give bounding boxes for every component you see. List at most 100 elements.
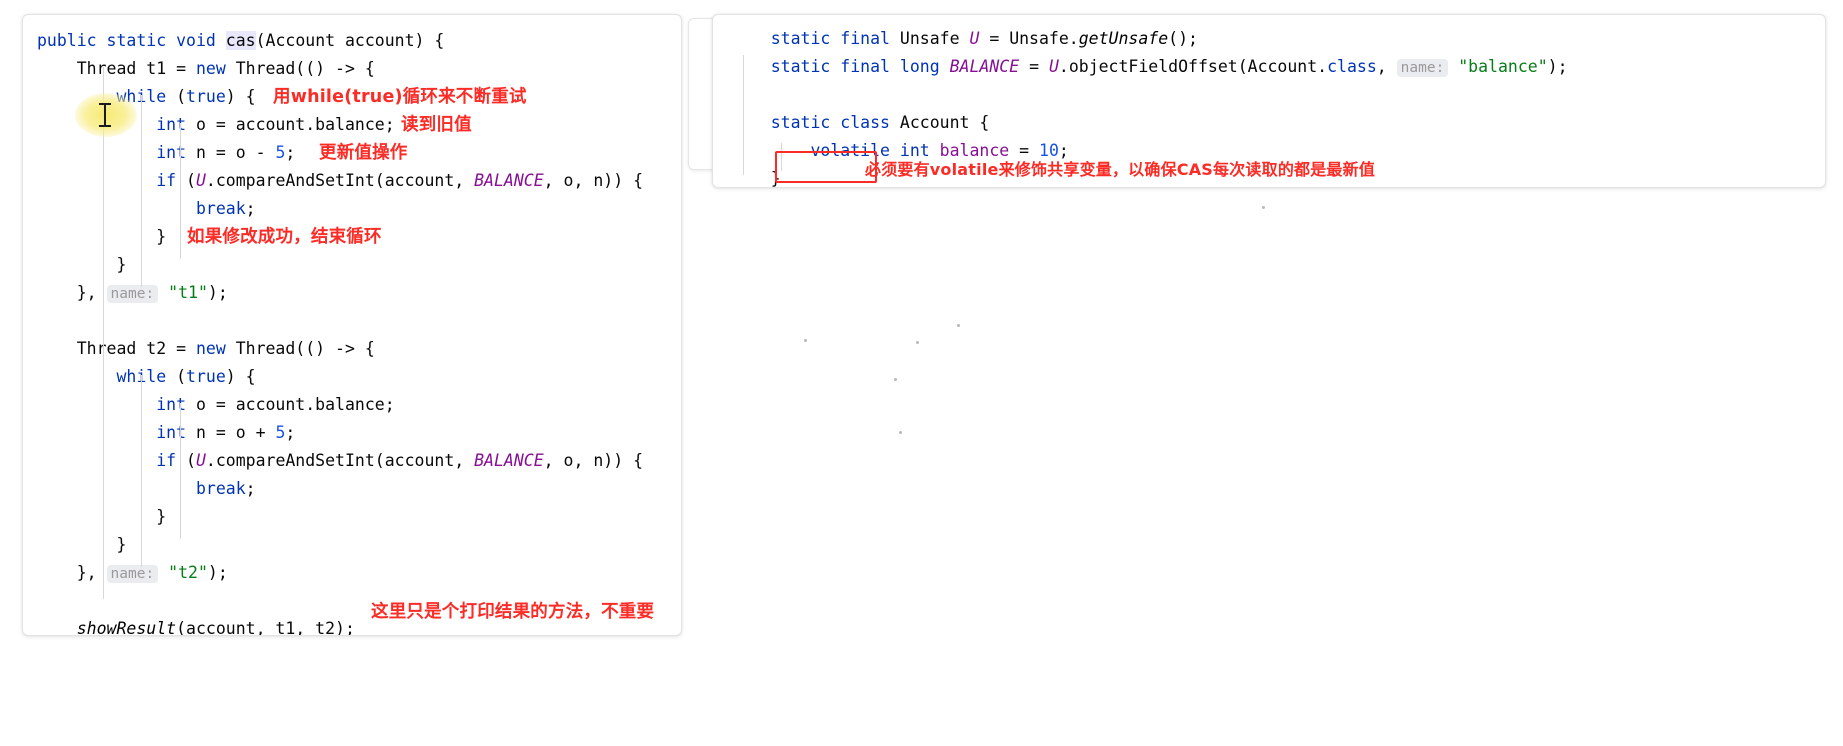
code-token: name:	[106, 285, 159, 303]
code-token: int	[156, 115, 187, 134]
code-token: int	[156, 423, 187, 442]
code-line[interactable]: static final long BALANCE = U.objectFiel…	[731, 53, 1825, 81]
artifact-dot	[916, 341, 919, 344]
cas-method-code-panel[interactable]: public static void cas(Account account) …	[22, 14, 682, 636]
code-token: .compareAndSetInt(account,	[205, 171, 475, 190]
code-token: , o, n)) {	[543, 451, 644, 470]
code-line[interactable]: public static void cas(Account account) …	[37, 27, 681, 55]
left-code-block[interactable]: public static void cas(Account account) …	[23, 15, 681, 635]
code-token: (Account account) {	[255, 31, 445, 50]
indent-guide	[180, 403, 181, 539]
code-token: "t2"	[168, 563, 208, 582]
code-token: final	[840, 57, 890, 76]
code-line[interactable]: Thread t1 = new Thread(() -> {	[37, 55, 681, 83]
code-line[interactable]: }, name: "t2");	[37, 559, 681, 587]
artifact-dot	[957, 324, 960, 327]
code-token: 5	[275, 423, 286, 442]
code-line[interactable]: int n = o + 5;	[37, 419, 681, 447]
code-line[interactable]: if (U.compareAndSetInt(account, BALANCE,…	[37, 447, 681, 475]
code-token: class	[1327, 57, 1377, 76]
artifact-dot	[894, 378, 897, 381]
code-token: n = o +	[186, 423, 276, 442]
code-line[interactable]: break;	[37, 475, 681, 503]
unsafe-fields-code-panel[interactable]: static final Unsafe U = Unsafe.getUnsafe…	[712, 14, 1826, 188]
code-token: = Unsafe.	[979, 29, 1079, 48]
code-token: U	[969, 29, 980, 48]
code-line[interactable]: while (true) {	[37, 363, 681, 391]
code-token: true	[186, 87, 226, 106]
code-token: break	[195, 479, 246, 498]
indent-guide	[141, 375, 142, 567]
code-token: Thread t1 =	[37, 59, 196, 78]
code-token: 5	[275, 143, 286, 162]
code-token: Account {	[889, 113, 990, 132]
code-line[interactable]: int o = account.balance;	[37, 111, 681, 139]
code-token: },	[37, 563, 107, 582]
code-token: getUnsafe	[1078, 29, 1169, 48]
code-token: );	[1547, 57, 1568, 76]
code-token: "balance"	[1458, 57, 1548, 76]
code-token: ,	[1376, 57, 1397, 76]
code-token: name:	[1396, 59, 1449, 77]
code-token: static	[770, 57, 831, 76]
code-token: );	[207, 563, 228, 582]
code-line[interactable]: if (U.compareAndSetInt(account, BALANCE,…	[37, 167, 681, 195]
code-token: Thread(() -> {	[225, 59, 375, 78]
code-token: ;	[285, 143, 296, 162]
code-token: =	[1019, 57, 1049, 76]
code-token: }	[37, 507, 167, 526]
code-line[interactable]: static final Unsafe U = Unsafe.getUnsafe…	[731, 25, 1825, 53]
code-token: ;	[245, 479, 256, 498]
code-token: new	[195, 339, 226, 358]
code-token: },	[37, 283, 107, 302]
code-line[interactable]: static class Account {	[731, 109, 1825, 137]
artifact-dot	[899, 431, 902, 434]
code-token: break	[195, 199, 246, 218]
code-token: }	[37, 535, 127, 554]
code-line[interactable]	[731, 81, 1825, 109]
code-line[interactable]: break;	[37, 195, 681, 223]
code-token: ;	[285, 423, 296, 442]
code-token: (	[166, 87, 187, 106]
indent-guide	[141, 95, 142, 287]
code-line[interactable]: }	[37, 251, 681, 279]
code-token: U	[195, 171, 206, 190]
code-token: }	[37, 255, 127, 274]
code-line[interactable]: }	[37, 503, 681, 531]
code-token: void	[176, 31, 216, 50]
code-token: ) {	[225, 367, 256, 386]
code-line[interactable]: Thread t2 = new Thread(() -> {	[37, 335, 681, 363]
code-token: cas	[225, 31, 256, 50]
code-line[interactable]: int o = account.balance;	[37, 391, 681, 419]
code-token: new	[195, 59, 226, 78]
code-token: ) {	[225, 87, 256, 106]
code-line[interactable]	[37, 307, 681, 335]
code-token: BALANCE	[949, 57, 1020, 76]
code-line[interactable]: }	[37, 531, 681, 559]
code-line[interactable]: }, name: "t1");	[37, 279, 681, 307]
code-token: true	[186, 367, 226, 386]
annotation-read-old: 读到旧值	[401, 115, 472, 135]
artifact-dot	[804, 339, 807, 342]
code-token: );	[207, 283, 228, 302]
code-token: Thread t2 =	[37, 339, 196, 358]
annotation-update-value: 更新值操作	[319, 143, 408, 163]
annotation-retry-loop: 用while(true)循环来不断重试	[273, 87, 527, 107]
